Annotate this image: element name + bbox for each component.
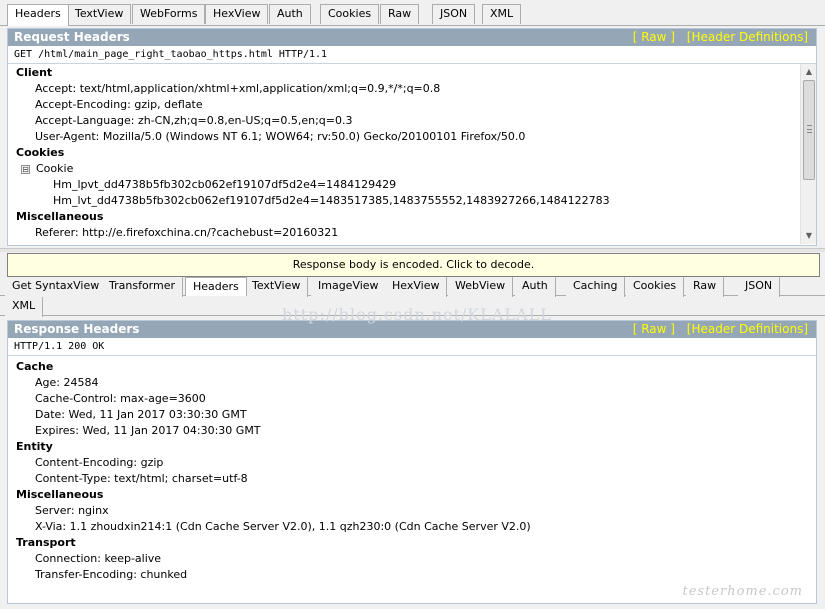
request-headers-panel: Request Headers [ Raw ] [Header Definiti… <box>7 28 817 246</box>
request-raw-link[interactable]: [ Raw ] <box>633 30 675 44</box>
tab-request-raw[interactable]: Raw <box>380 4 420 24</box>
header-age[interactable]: Age: 24584 <box>8 375 816 391</box>
request-tabstrip-baseline <box>0 25 825 26</box>
header-user-agent[interactable]: User-Agent: Mozilla/5.0 (Windows NT 6.1;… <box>8 129 816 145</box>
request-line: GET /html/main_page_right_taobao_https.h… <box>8 46 816 64</box>
group-cookies[interactable]: Cookies <box>8 145 816 161</box>
request-tabstrip: Headers TextView WebForms HexView Auth C… <box>0 3 825 27</box>
tab-response-hexview[interactable]: HexView <box>385 277 448 297</box>
tab-response-webview[interactable]: WebView <box>448 277 514 297</box>
panel-splitter[interactable] <box>0 248 825 252</box>
cookie-node[interactable]: ⊟ Cookie <box>8 161 816 177</box>
tab-request-headers[interactable]: Headers <box>7 4 69 26</box>
cookie-hm-lvt[interactable]: Hm_lvt_dd4738b5fb302cb062ef19107df5d2e4=… <box>8 193 816 209</box>
group-entity[interactable]: Entity <box>8 439 816 455</box>
tab-request-json[interactable]: JSON <box>432 4 476 24</box>
tab-request-auth[interactable]: Auth <box>269 4 311 24</box>
request-headers-tree[interactable]: Client Accept: text/html,application/xht… <box>8 64 816 244</box>
group-client[interactable]: Client <box>8 65 816 81</box>
collapse-toggle-icon[interactable]: ⊟ <box>21 164 30 174</box>
response-raw-link[interactable]: [ Raw ] <box>633 322 675 336</box>
tab-request-hexview[interactable]: HexView <box>205 4 269 24</box>
decode-notice-bar[interactable]: Response body is encoded. Click to decod… <box>7 253 820 277</box>
tab-request-webforms[interactable]: WebForms <box>132 4 206 24</box>
tab-response-headers[interactable]: Headers <box>185 277 247 296</box>
request-headers-header: Request Headers [ Raw ] [Header Definiti… <box>8 29 816 46</box>
header-cache-control[interactable]: Cache-Control: max-age=3600 <box>8 391 816 407</box>
tab-response-cookies[interactable]: Cookies <box>626 277 685 297</box>
response-headers-title: Response Headers <box>14 322 140 336</box>
scroll-up-arrow-icon[interactable]: ▲ <box>801 64 816 80</box>
header-server[interactable]: Server: nginx <box>8 503 816 519</box>
group-transport[interactable]: Transport <box>8 535 816 551</box>
site-watermark: testerhome.com <box>682 584 803 599</box>
tab-response-json[interactable]: JSON <box>738 277 781 297</box>
tab-response-imageview[interactable]: ImageView <box>311 277 387 297</box>
response-status-line: HTTP/1.1 200 OK <box>8 338 816 356</box>
response-header-links: [ Raw ] [Header Definitions] <box>625 321 808 338</box>
tab-response-caching[interactable]: Caching <box>566 277 626 297</box>
header-referer[interactable]: Referer: http://e.firefoxchina.cn/?cache… <box>8 225 816 241</box>
response-tabstrip: Get SyntaxView Transformer Headers TextV… <box>0 277 825 317</box>
response-header-definitions-link[interactable]: [Header Definitions] <box>687 322 808 336</box>
tab-request-textview[interactable]: TextView <box>67 4 132 24</box>
scroll-grip-icon <box>807 125 812 133</box>
group-response-miscellaneous[interactable]: Miscellaneous <box>8 487 816 503</box>
group-cache[interactable]: Cache <box>8 359 816 375</box>
cookie-node-label: Cookie <box>36 162 74 175</box>
tab-response-auth[interactable]: Auth <box>515 277 556 297</box>
tab-request-cookies[interactable]: Cookies <box>320 4 380 24</box>
header-accept-language[interactable]: Accept-Language: zh-CN,zh;q=0.8,en-US;q=… <box>8 113 816 129</box>
response-headers-panel: Response Headers [ Raw ] [Header Definit… <box>7 320 817 604</box>
response-headers-tree[interactable]: Cache Age: 24584 Cache-Control: max-age=… <box>8 356 816 603</box>
scroll-down-arrow-icon[interactable]: ▼ <box>801 228 816 244</box>
request-vertical-scrollbar[interactable]: ▲ ▼ <box>800 64 816 244</box>
header-content-encoding[interactable]: Content-Encoding: gzip <box>8 455 816 471</box>
header-transfer-encoding[interactable]: Transfer-Encoding: chunked <box>8 567 816 583</box>
header-accept[interactable]: Accept: text/html,application/xhtml+xml,… <box>8 81 816 97</box>
cookie-hm-lpvt[interactable]: Hm_lpvt_dd4738b5fb302cb062ef19107df5d2e4… <box>8 177 816 193</box>
tab-response-textview[interactable]: TextView <box>245 277 309 297</box>
header-content-type[interactable]: Content-Type: text/html; charset=utf-8 <box>8 471 816 487</box>
response-tabstrip-baseline-2 <box>0 315 825 316</box>
tab-response-raw[interactable]: Raw <box>686 277 725 297</box>
tab-request-xml[interactable]: XML <box>482 4 522 24</box>
request-header-definitions-link[interactable]: [Header Definitions] <box>687 30 808 44</box>
request-headers-title: Request Headers <box>14 30 130 44</box>
response-headers-header: Response Headers [ Raw ] [Header Definit… <box>8 321 816 338</box>
header-date[interactable]: Date: Wed, 11 Jan 2017 03:30:30 GMT <box>8 407 816 423</box>
header-connection[interactable]: Connection: keep-alive <box>8 551 816 567</box>
header-x-via[interactable]: X-Via: 1.1 zhoudxin214:1 (Cdn Cache Serv… <box>8 519 816 535</box>
group-miscellaneous[interactable]: Miscellaneous <box>8 209 816 225</box>
header-expires[interactable]: Expires: Wed, 11 Jan 2017 04:30:30 GMT <box>8 423 816 439</box>
scroll-thumb[interactable] <box>803 80 815 180</box>
tab-response-transformer[interactable]: Transformer <box>102 277 184 297</box>
tab-response-get-syntaxview[interactable]: Get SyntaxView <box>5 277 108 297</box>
tab-response-xml[interactable]: XML <box>5 297 44 317</box>
request-header-links: [ Raw ] [Header Definitions] <box>625 29 808 46</box>
header-accept-encoding[interactable]: Accept-Encoding: gzip, deflate <box>8 97 816 113</box>
